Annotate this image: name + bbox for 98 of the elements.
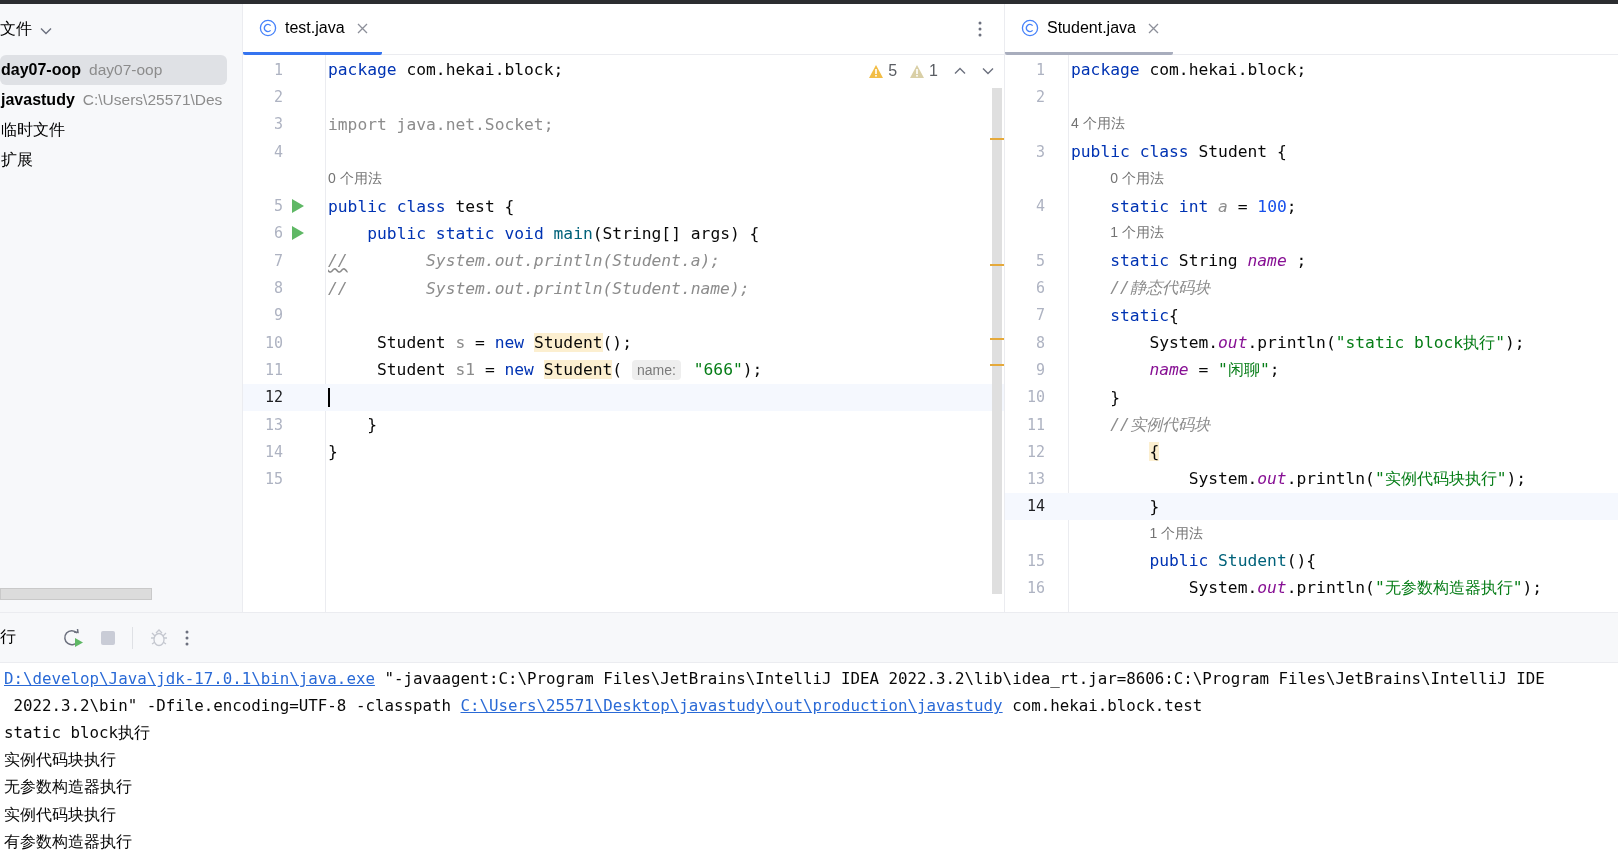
warning-icon[interactable] (868, 63, 885, 79)
code-line: public class test { (328, 196, 515, 216)
code-line: //静态代码块 (1110, 277, 1210, 299)
text-caret (328, 387, 330, 407)
close-icon[interactable] (356, 22, 368, 34)
more-icon[interactable] (185, 629, 189, 646)
line-number: 3 (1034, 142, 1045, 161)
code-line: package com.hekai.block; (1071, 60, 1307, 80)
code-line: import java.net.Socket; (328, 114, 554, 134)
editor-tab[interactable]: Student.java (1005, 4, 1173, 55)
class-icon (259, 19, 277, 37)
panel-title[interactable]: 文件 (0, 19, 32, 40)
code-line: //实例代码块 (1110, 413, 1210, 436)
run-icon[interactable] (291, 225, 305, 242)
line-number: 8 (272, 279, 283, 297)
line-number: 6 (1034, 279, 1045, 297)
code-line: package com.hekai.block; (328, 60, 564, 80)
code-line: } (367, 415, 378, 434)
console-line: 无参数构造器执行 (4, 777, 132, 799)
weak-warning-icon[interactable] (909, 63, 926, 79)
code-line: // System.out.println(Student.a); (328, 251, 721, 271)
line-number: 12 (263, 388, 283, 407)
file-link[interactable]: C:\Users\25571\Desktop\javastudy\out\production\javastudy (460, 696, 1003, 716)
class-icon (1021, 19, 1039, 37)
file-link[interactable]: D:\develop\Java\jdk-17.0.1\bin\java.exe (4, 669, 375, 689)
line-number: 5 (272, 197, 283, 216)
console-line: static block执行 (4, 722, 151, 744)
line-number: 3 (272, 115, 283, 134)
code-line: System.out.println("static block执行"); (1149, 331, 1525, 354)
usage-hint[interactable]: 0 个用法 (328, 169, 382, 188)
line-number: 13 (263, 415, 283, 434)
line-number: 1 (272, 60, 283, 79)
usage-hint[interactable]: 4 个用法 (1071, 115, 1125, 134)
project-item[interactable]: 扩展 (0, 145, 227, 175)
line-number: 13 (1025, 470, 1045, 489)
line-number: 2 (272, 87, 283, 106)
code-line: name = "闲聊"; (1149, 358, 1280, 381)
project-item[interactable]: javastudy C:\Users\25571\Des (0, 85, 227, 115)
code-line: public Student(){ (1149, 551, 1317, 571)
warning-count[interactable]: 5 (888, 62, 898, 80)
code-line: } (328, 442, 338, 462)
bug-icon[interactable] (149, 627, 169, 648)
line-number: 2 (1034, 87, 1045, 106)
code-line: System.out.println("无参数构造器执行"); (1188, 577, 1543, 600)
line-number: 9 (272, 306, 283, 325)
console-line: 实例代码块执行 (4, 750, 116, 772)
code-line: System.out.println("实例代码块执行"); (1188, 468, 1527, 491)
line-number: 5 (1034, 251, 1045, 270)
code-line: static int a = 100; (1110, 196, 1297, 216)
console-line: 2022.3.2\bin" -Dfile.encoding=UTF-8 -classpath C:\Users\25571\Desktop\javastudy\out\production\javastudy com.hekai.block.test (13, 696, 1203, 716)
code-line: Student s1 = new Student( name: "666"); (377, 360, 763, 380)
chevron-down-icon[interactable] (40, 26, 52, 35)
line-number: 10 (1025, 388, 1045, 407)
line-number: 7 (272, 251, 283, 270)
rerun-icon[interactable] (62, 627, 84, 648)
line-number: 8 (1034, 333, 1045, 352)
line-number: 4 (1034, 197, 1045, 216)
project-item[interactable]: day07-oop day07-oop (0, 55, 227, 85)
usage-hint[interactable]: 1 个用法 (1149, 524, 1204, 543)
code-line: static{ (1110, 305, 1179, 325)
horizontal-scrollbar[interactable] (0, 588, 152, 600)
line-number: 11 (1025, 415, 1045, 434)
line-number: 6 (272, 224, 283, 243)
line-number: 15 (1025, 552, 1045, 570)
console-line: 有参数构造器执行 (4, 831, 132, 853)
code-line: public class Student { (1071, 142, 1287, 162)
chevron-down-icon[interactable] (982, 67, 994, 75)
code-line: Student s = new Student(); (377, 333, 632, 353)
chevron-up-icon[interactable] (954, 67, 966, 75)
line-number: 10 (263, 333, 283, 352)
usage-hint[interactable]: 0 个用法 (1110, 169, 1164, 188)
usage-hint[interactable]: 1 个用法 (1110, 224, 1164, 243)
line-number: 12 (1025, 442, 1045, 461)
line-number: 16 (1025, 579, 1045, 598)
stop-icon[interactable] (100, 629, 116, 646)
line-number: 7 (1034, 306, 1045, 325)
code-line: } (1149, 496, 1160, 516)
editor-tab[interactable]: test.java (243, 4, 382, 55)
console-line: 实例代码块执行 (4, 804, 116, 826)
line-number: 14 (1025, 497, 1045, 516)
vertical-scrollbar[interactable] (992, 88, 1002, 594)
console-line: D:\develop\Java\jdk-17.0.1\bin\java.exe "-javaagent:C:\Program Files\JetBrains\IntelliJ IDEA 2022.3.2\lib\idea_rt.jar=8606:C:\Program Files\JetBrains\IntelliJ IDE (4, 669, 1545, 689)
code-line: public static void main(String[] args) { (367, 223, 760, 243)
line-number: 9 (1034, 360, 1045, 379)
line-number: 14 (263, 442, 283, 461)
code-line: } (1110, 387, 1121, 407)
line-number: 15 (263, 470, 283, 489)
more-icon[interactable] (978, 21, 982, 37)
code-line: static String name ; (1110, 251, 1307, 271)
project-item[interactable]: 临时文件 (0, 115, 227, 145)
line-number: 1 (1034, 60, 1045, 79)
code-line: // System.out.println(Student.name); (328, 278, 750, 298)
run-icon[interactable] (291, 198, 305, 215)
close-icon[interactable] (1147, 22, 1159, 34)
line-number: 11 (263, 360, 283, 379)
run-panel-title[interactable]: 行 (0, 627, 16, 648)
weak-warning-count[interactable]: 1 (929, 62, 938, 80)
line-number: 4 (272, 142, 283, 161)
